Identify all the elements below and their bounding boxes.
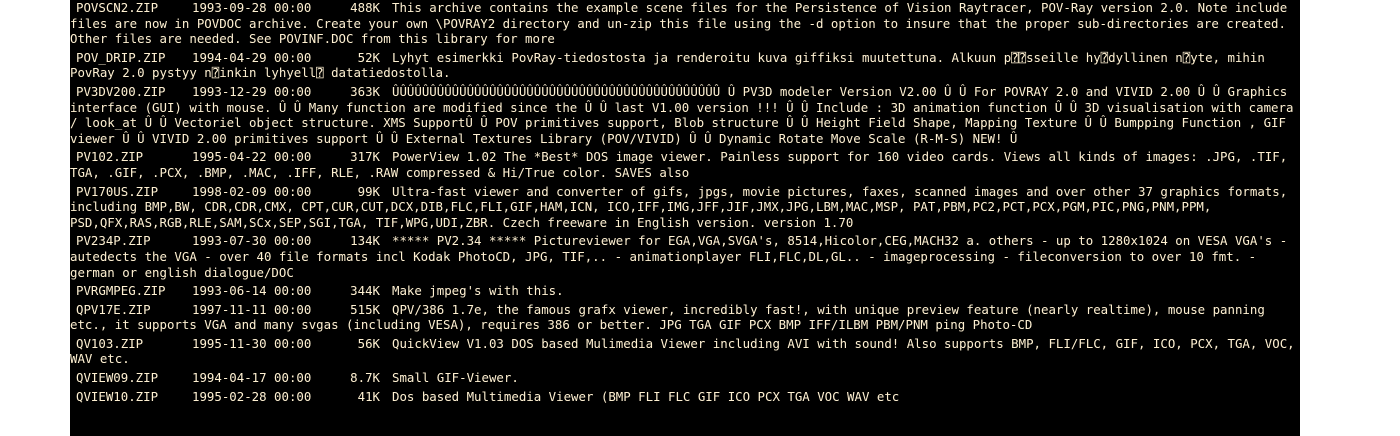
file-name[interactable]: PV3DV200.ZIP [76, 84, 166, 100]
file-name[interactable]: PV234P.ZIP [76, 233, 151, 249]
file-description: Dos based Multimedia Viewer (BMP FLI FLC… [392, 388, 900, 404]
file-name[interactable]: QPV17E.ZIP [76, 302, 151, 318]
file-name[interactable]: PV170US.ZIP [76, 184, 158, 200]
file-date: 1994-04-29 00:00 [192, 49, 312, 65]
file-size: 99K [357, 183, 380, 199]
file-row[interactable]: POV_DRIP.ZIP 1994-04-29 00:00 52K Lyhyt … [70, 50, 1300, 81]
file-date: 1993-06-14 00:00 [192, 283, 312, 299]
file-size: 515K [350, 301, 380, 317]
file-row[interactable]: QVIEW09.ZIP 1994-04-17 00:00 8.7K Small … [70, 370, 1300, 386]
file-date: 1993-12-29 00:00 [192, 83, 312, 99]
file-date: 1995-11-30 00:00 [192, 335, 312, 351]
file-date: 1997-11-11 00:00 [192, 301, 312, 317]
file-size: 41K [357, 388, 380, 404]
file-row[interactable]: POVSCN2.ZIP 1993-09-28 00:00 488K This a… [70, 0, 1300, 47]
file-size: 134K [350, 233, 380, 249]
file-listing-panel: POVSCN2.ZIP 1993-09-28 00:00 488K This a… [70, 0, 1300, 436]
file-name[interactable]: POVSCN2.ZIP [76, 0, 158, 16]
file-row[interactable]: PV3DV200.ZIP 1993-12-29 00:00 363K ÛÛÛÛÛ… [70, 84, 1300, 146]
file-name[interactable]: QVIEW10.ZIP [76, 389, 158, 405]
file-size: 363K [350, 83, 380, 99]
file-name[interactable]: PVRGMPEG.ZIP [76, 283, 166, 299]
file-size: 8.7K [350, 370, 380, 386]
file-size: 317K [350, 149, 380, 165]
file-row[interactable]: PV102.ZIP 1995-04-22 00:00 317K PowerVie… [70, 149, 1300, 180]
file-size: 344K [350, 283, 380, 299]
file-description: Make jmpeg's with this. [392, 283, 564, 299]
file-date: 1993-09-28 00:00 [192, 0, 312, 15]
file-size: 56K [357, 335, 380, 351]
file-date: 1995-04-22 00:00 [192, 149, 312, 165]
file-name[interactable]: POV_DRIP.ZIP [76, 50, 166, 66]
file-name[interactable]: PV102.ZIP [76, 149, 143, 165]
file-date: 1993-07-30 00:00 [192, 233, 312, 249]
file-row[interactable]: QVIEW10.ZIP 1995-02-28 00:00 41K Dos bas… [70, 389, 1300, 405]
file-row[interactable]: PVRGMPEG.ZIP 1993-06-14 00:00 344K Make … [70, 283, 1300, 299]
file-date: 1994-04-17 00:00 [192, 370, 312, 386]
file-date: 1995-02-28 00:00 [192, 388, 312, 404]
file-row[interactable]: PV170US.ZIP 1998-02-09 00:00 99K Ultra-f… [70, 184, 1300, 231]
file-size: 52K [357, 49, 380, 65]
file-name[interactable]: QVIEW09.ZIP [76, 370, 158, 386]
file-size: 488K [350, 0, 380, 15]
file-row[interactable]: PV234P.ZIP 1993-07-30 00:00 134K ***** P… [70, 233, 1300, 280]
file-name[interactable]: QV103.ZIP [76, 336, 143, 352]
file-row[interactable]: QPV17E.ZIP 1997-11-11 00:00 515K QPV/386… [70, 302, 1300, 333]
file-date: 1998-02-09 00:00 [192, 183, 312, 199]
file-row[interactable]: QV103.ZIP 1995-11-30 00:00 56K QuickView… [70, 336, 1300, 367]
file-description: Small GIF-Viewer. [392, 370, 519, 386]
